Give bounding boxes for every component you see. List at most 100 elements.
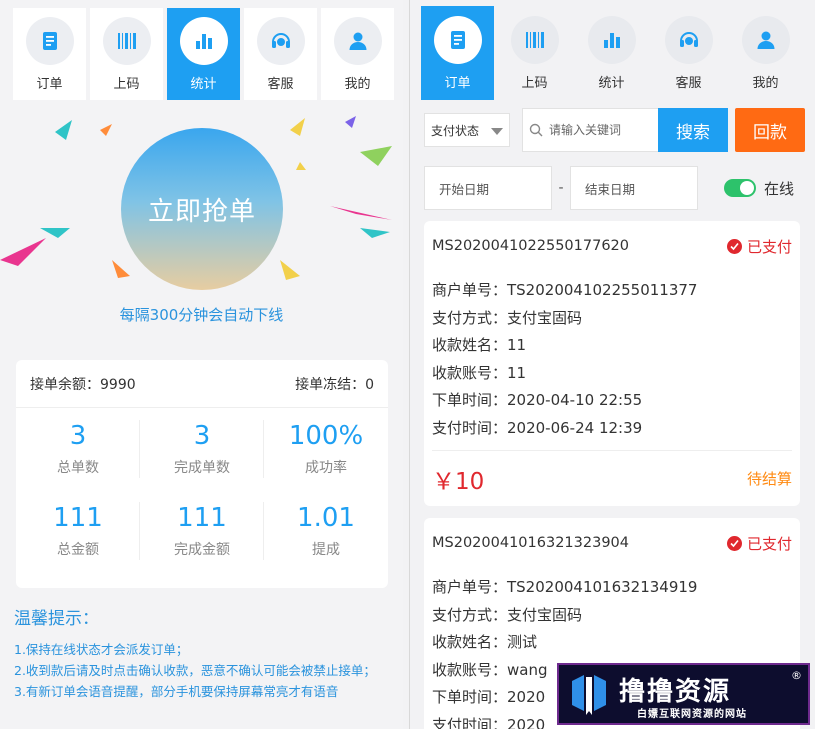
right-nav-upload-code[interactable]: 上码 (498, 6, 571, 100)
order-time: 下单时间：2020-04-10 22:55 (432, 391, 643, 409)
stat-total-orders: 3 总单数 (16, 408, 140, 490)
headset-icon (664, 15, 713, 64)
grab-order-button[interactable]: 立即抢单 (121, 128, 283, 290)
pay-method: 支付方式：支付宝固码 (432, 605, 583, 624)
user-icon (741, 15, 790, 64)
tip-line: 1.保持在线状态才会派发订单； (14, 642, 189, 657)
paid-status-label: 已支付 (746, 534, 792, 553)
merchant-order-no: 商户单号：TS202004102255011377 (432, 281, 698, 299)
nav-label: 统计 (190, 76, 217, 92)
search-input[interactable] (549, 123, 649, 137)
stats-card: 接单余额：9990 接单冻结：0 3 总单数 3 完成单数 100% 成功率 1… (16, 360, 388, 588)
stat-value: 3 (69, 421, 87, 451)
stat-commission: 1.01 提成 (264, 490, 388, 572)
right-nav-orders[interactable]: 订单 (421, 6, 494, 100)
check-circle-icon (726, 535, 742, 551)
left-nav-stats[interactable]: 统计 (167, 8, 240, 100)
left-nav-upload-code[interactable]: 上码 (90, 8, 163, 100)
search-icon (529, 123, 543, 137)
payee-name: 收款姓名：测试 (432, 633, 538, 651)
stats-grid: 3 总单数 3 完成单数 100% 成功率 111 总金额 111 完成金额 1… (16, 408, 388, 572)
clipboard-icon (25, 16, 74, 65)
bar-chart-icon (587, 15, 636, 64)
order-card-footer: ￥10 待结算 (432, 450, 792, 506)
paid-status-label: 已支付 (746, 237, 792, 256)
start-date-input[interactable]: 开始日期 (424, 166, 552, 210)
watermark-logo: 撸撸资源 白嫖互联网资源的网站 ® (557, 663, 810, 725)
search-button[interactable]: 搜索 (658, 108, 728, 152)
online-toggle-group: 在线 (724, 178, 794, 199)
order-card-body: 商户单号：TS202004102255011377 支付方式：支付宝固码 收款姓… (424, 271, 800, 442)
nav-label: 客服 (267, 76, 294, 92)
date-separator: - (558, 180, 564, 196)
pay-method: 支付方式：支付宝固码 (432, 308, 583, 327)
stat-total-amount: 111 总金额 (16, 490, 140, 572)
end-date-input[interactable]: 结束日期 (570, 166, 698, 210)
right-nav-profile[interactable]: 我的 (729, 6, 802, 100)
left-nav-orders[interactable]: 订单 (13, 8, 86, 100)
auto-offline-notice: 每隔300分钟会自动下线 (119, 306, 284, 324)
pay-status-value: 支付状态 (431, 123, 480, 138)
payback-button[interactable]: 回款 (735, 108, 805, 152)
nav-label: 上码 (113, 76, 140, 92)
nav-label: 统计 (598, 75, 625, 91)
nav-label: 我的 (752, 75, 779, 91)
order-amount: ￥10 (432, 468, 485, 495)
tips-title: 温馨提示： (14, 609, 99, 629)
tip-line: 2.收到款后请及时点击确认收款，恶意不确认可能会被禁止接单； (14, 663, 376, 678)
nav-label: 订单 (36, 76, 63, 92)
right-nav-support[interactable]: 客服 (652, 6, 725, 100)
filter-row-search: 支付状态 搜索 回款 (424, 108, 805, 152)
grab-order-label: 立即抢单 (147, 196, 256, 227)
settle-status: 待结算 (746, 470, 792, 488)
left-panel: 订单 上码 统计 客服 我的 立即抢单 每隔300分钟会自动下线 接单余额：99… (0, 0, 403, 729)
order-number: MS2020041016321323904 (432, 535, 629, 551)
balance-text: 接单余额：9990 (30, 376, 136, 393)
order-card[interactable]: MS2020041022550177620 已支付 商户单号：TS2020041… (424, 221, 800, 506)
stat-value: 100% (288, 421, 364, 451)
payee-account: 收款账号：11 (432, 363, 527, 382)
left-top-nav: 订单 上码 统计 客服 我的 (13, 8, 398, 100)
headset-icon (256, 16, 305, 65)
left-nav-support[interactable]: 客服 (244, 8, 317, 100)
nav-label: 客服 (675, 75, 702, 91)
stat-label: 总单数 (57, 460, 99, 476)
stat-label: 提成 (312, 542, 340, 558)
stat-value: 111 (177, 503, 227, 533)
stat-label: 总金额 (57, 542, 99, 558)
watermark-brand: 撸撸资源 (619, 676, 732, 707)
brand-logo-icon (559, 665, 619, 723)
order-card-header: MS2020041022550177620 已支付 (424, 221, 800, 271)
stat-completed-orders: 3 完成单数 (140, 408, 264, 490)
barcode-icon (102, 16, 151, 65)
nav-label: 订单 (444, 75, 471, 91)
order-card-header: MS2020041016321323904 已支付 (424, 518, 800, 568)
left-nav-profile[interactable]: 我的 (321, 8, 394, 100)
stat-label: 完成金额 (174, 542, 230, 558)
clipboard-icon (433, 15, 482, 64)
stat-success-rate: 100% 成功率 (264, 408, 388, 490)
check-circle-icon (726, 238, 742, 254)
paid-status: 已支付 (726, 533, 792, 554)
nav-label: 我的 (344, 76, 371, 92)
stat-value: 111 (53, 503, 103, 533)
stat-value: 3 (193, 421, 211, 451)
stat-label: 完成单数 (174, 460, 230, 476)
stat-label: 成功率 (305, 460, 347, 476)
pay-status-select[interactable]: 支付状态 (424, 113, 510, 147)
stats-header: 接单余额：9990 接单冻结：0 (16, 360, 388, 408)
pay-time: 支付时间：2020-06-24 12:39 (432, 418, 643, 437)
online-toggle[interactable] (724, 179, 756, 197)
right-nav-stats[interactable]: 统计 (575, 6, 648, 100)
stat-completed-amount: 111 完成金额 (140, 490, 264, 572)
nav-label: 上码 (521, 75, 548, 91)
merchant-order-no: 商户单号：TS202004101632134919 (432, 578, 698, 596)
watermark-subtitle: 白嫖互联网资源的网站 (637, 709, 747, 720)
frozen-text: 接单冻结：0 (295, 376, 374, 393)
paid-status: 已支付 (726, 236, 792, 257)
order-number: MS2020041022550177620 (432, 238, 629, 254)
payee-name: 收款姓名：11 (432, 336, 527, 354)
registered-mark: ® (791, 669, 802, 682)
bar-chart-icon (179, 16, 228, 65)
online-label: 在线 (764, 179, 795, 198)
